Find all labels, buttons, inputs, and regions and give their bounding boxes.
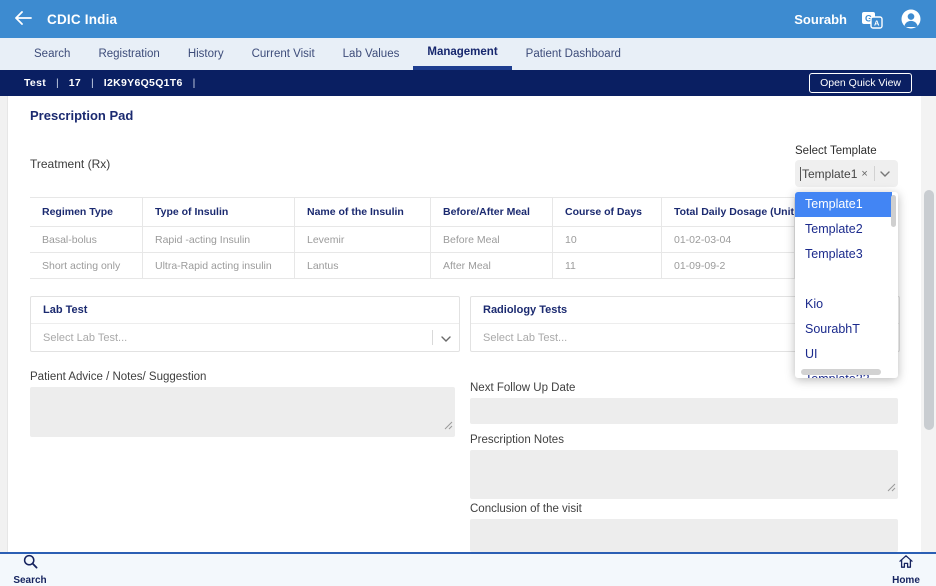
separator: |: [56, 77, 59, 89]
column-header: Course of Days: [553, 198, 662, 226]
next-followup-input[interactable]: [470, 398, 898, 424]
bottom-bar: Search Home: [0, 552, 936, 586]
svg-text:A: A: [874, 18, 880, 27]
table-cell: 01-02-03-04: [662, 227, 795, 252]
lab-test-card: Lab Test Select Lab Test...: [30, 296, 460, 352]
tab-label: Current Visit: [252, 48, 315, 60]
patient-advice-label: Patient Advice / Notes/ Suggestion: [30, 371, 206, 383]
table-cell: Lantus: [295, 253, 431, 278]
bottom-home-label: Home: [892, 575, 920, 586]
dropdown-vertical-scrollbar[interactable]: [891, 195, 896, 227]
table-cell: Short acting only: [30, 253, 143, 278]
separator: |: [91, 77, 94, 89]
patient-name: Test: [24, 77, 46, 89]
back-arrow-icon[interactable]: [14, 11, 32, 28]
separator: |: [193, 77, 196, 89]
patient-code: I2K9Y6Q5Q1T6: [104, 77, 183, 89]
search-icon: [23, 554, 38, 574]
tab-label: Registration: [98, 48, 159, 60]
lab-test-title: Lab Test: [31, 297, 459, 324]
tab-label: Patient Dashboard: [526, 48, 621, 60]
template-dropdown-list: Template1 Template2 Template3 Kio Sourab…: [795, 192, 898, 378]
text-cursor: [800, 167, 801, 181]
table-cell: 01-09-09-2: [662, 253, 795, 278]
table-cell: 10: [553, 227, 662, 252]
table-cell: After Meal: [431, 253, 553, 278]
dropdown-option[interactable]: UI: [795, 342, 898, 367]
treatment-table: Regimen Type Type of Insulin Name of the…: [30, 197, 795, 279]
divider: [432, 330, 433, 345]
conclusion-textarea[interactable]: [470, 519, 898, 552]
patient-visit-id: 17: [69, 77, 81, 89]
column-header: Before/After Meal: [431, 198, 553, 226]
patient-advice-textarea[interactable]: [30, 387, 455, 437]
content-area: Prescription Pad Treatment (Rx) Select T…: [0, 96, 936, 552]
divider: [874, 166, 875, 181]
clear-icon[interactable]: ×: [861, 168, 867, 180]
column-header: Total Daily Dosage (Units): [662, 198, 795, 226]
chevron-down-icon[interactable]: [441, 329, 451, 347]
account-icon[interactable]: [900, 8, 922, 30]
page-scrollbar-track[interactable]: [921, 96, 936, 552]
dropdown-horizontal-scrollbar[interactable]: [801, 369, 881, 375]
dropdown-option[interactable]: [795, 267, 898, 292]
user-name: Sourabh: [794, 12, 847, 27]
conclusion-label: Conclusion of the visit: [470, 503, 582, 515]
tab-label: Search: [34, 48, 70, 60]
resize-grip-icon[interactable]: [444, 417, 453, 435]
column-header: Name of the Insulin: [295, 198, 431, 226]
patient-info-bar: Test | 17 | I2K9Y6Q5Q1T6 | Open Quick Vi…: [0, 70, 936, 96]
dropdown-option[interactable]: SourabhT: [795, 317, 898, 342]
bottom-search-button[interactable]: Search: [10, 554, 50, 586]
app-window: CDIC India Sourabh G A Search Reg: [0, 0, 936, 586]
prescription-notes-label: Prescription Notes: [470, 434, 564, 446]
open-quick-view-button[interactable]: Open Quick View: [809, 73, 912, 93]
tab-management[interactable]: Management: [413, 38, 511, 70]
prescription-notes-textarea[interactable]: [470, 450, 898, 499]
app-title: CDIC India: [47, 12, 117, 27]
tab-patient-dashboard[interactable]: Patient Dashboard: [512, 38, 635, 70]
column-header: Regimen Type: [30, 198, 143, 226]
lab-test-placeholder: Select Lab Test...: [43, 332, 432, 344]
translate-icon[interactable]: G A: [861, 9, 884, 30]
resize-grip-icon[interactable]: [887, 479, 896, 497]
tab-search[interactable]: Search: [20, 38, 84, 70]
page-scrollbar-thumb[interactable]: [924, 190, 934, 430]
select-template-label: Select Template: [795, 145, 877, 157]
dropdown-option[interactable]: Kio: [795, 292, 898, 317]
table-cell: Ultra-Rapid acting insulin: [143, 253, 295, 278]
tab-registration[interactable]: Registration: [84, 38, 173, 70]
table-cell: 11: [553, 253, 662, 278]
page-title: Prescription Pad: [30, 108, 133, 123]
table-cell: Before Meal: [431, 227, 553, 252]
table-cell: Rapid -acting Insulin: [143, 227, 295, 252]
lab-test-select[interactable]: Select Lab Test...: [31, 324, 459, 351]
top-app-bar: CDIC India Sourabh G A: [0, 0, 936, 38]
dropdown-option[interactable]: Template1: [795, 192, 892, 217]
tab-lab-values[interactable]: Lab Values: [329, 38, 414, 70]
bottom-search-label: Search: [13, 575, 46, 586]
bottom-home-button[interactable]: Home: [886, 554, 926, 586]
template-combobox[interactable]: Template1 ×: [795, 160, 898, 187]
table-cell: Levemir: [295, 227, 431, 252]
tab-label: History: [188, 48, 224, 60]
tab-label: Management: [427, 46, 497, 58]
dropdown-option[interactable]: Template2: [795, 217, 898, 242]
chevron-down-icon[interactable]: [880, 171, 890, 177]
column-header: Type of Insulin: [143, 198, 295, 226]
next-followup-label: Next Follow Up Date: [470, 382, 575, 394]
treatment-rx-label: Treatment (Rx): [30, 157, 110, 171]
table-cell: Basal-bolus: [30, 227, 143, 252]
tab-current-visit[interactable]: Current Visit: [238, 38, 329, 70]
table-row[interactable]: Short acting only Ultra-Rapid acting ins…: [30, 253, 795, 279]
tab-label: Lab Values: [343, 48, 400, 60]
tab-bar: Search Registration History Current Visi…: [0, 38, 936, 70]
table-row[interactable]: Basal-bolus Rapid -acting Insulin Levemi…: [30, 227, 795, 253]
dropdown-option[interactable]: Template3: [795, 242, 898, 267]
tab-history[interactable]: History: [174, 38, 238, 70]
template-combobox-value: Template1: [802, 167, 857, 181]
home-icon: [898, 554, 914, 574]
left-gutter: [0, 96, 8, 552]
table-header-row: Regimen Type Type of Insulin Name of the…: [30, 198, 795, 227]
